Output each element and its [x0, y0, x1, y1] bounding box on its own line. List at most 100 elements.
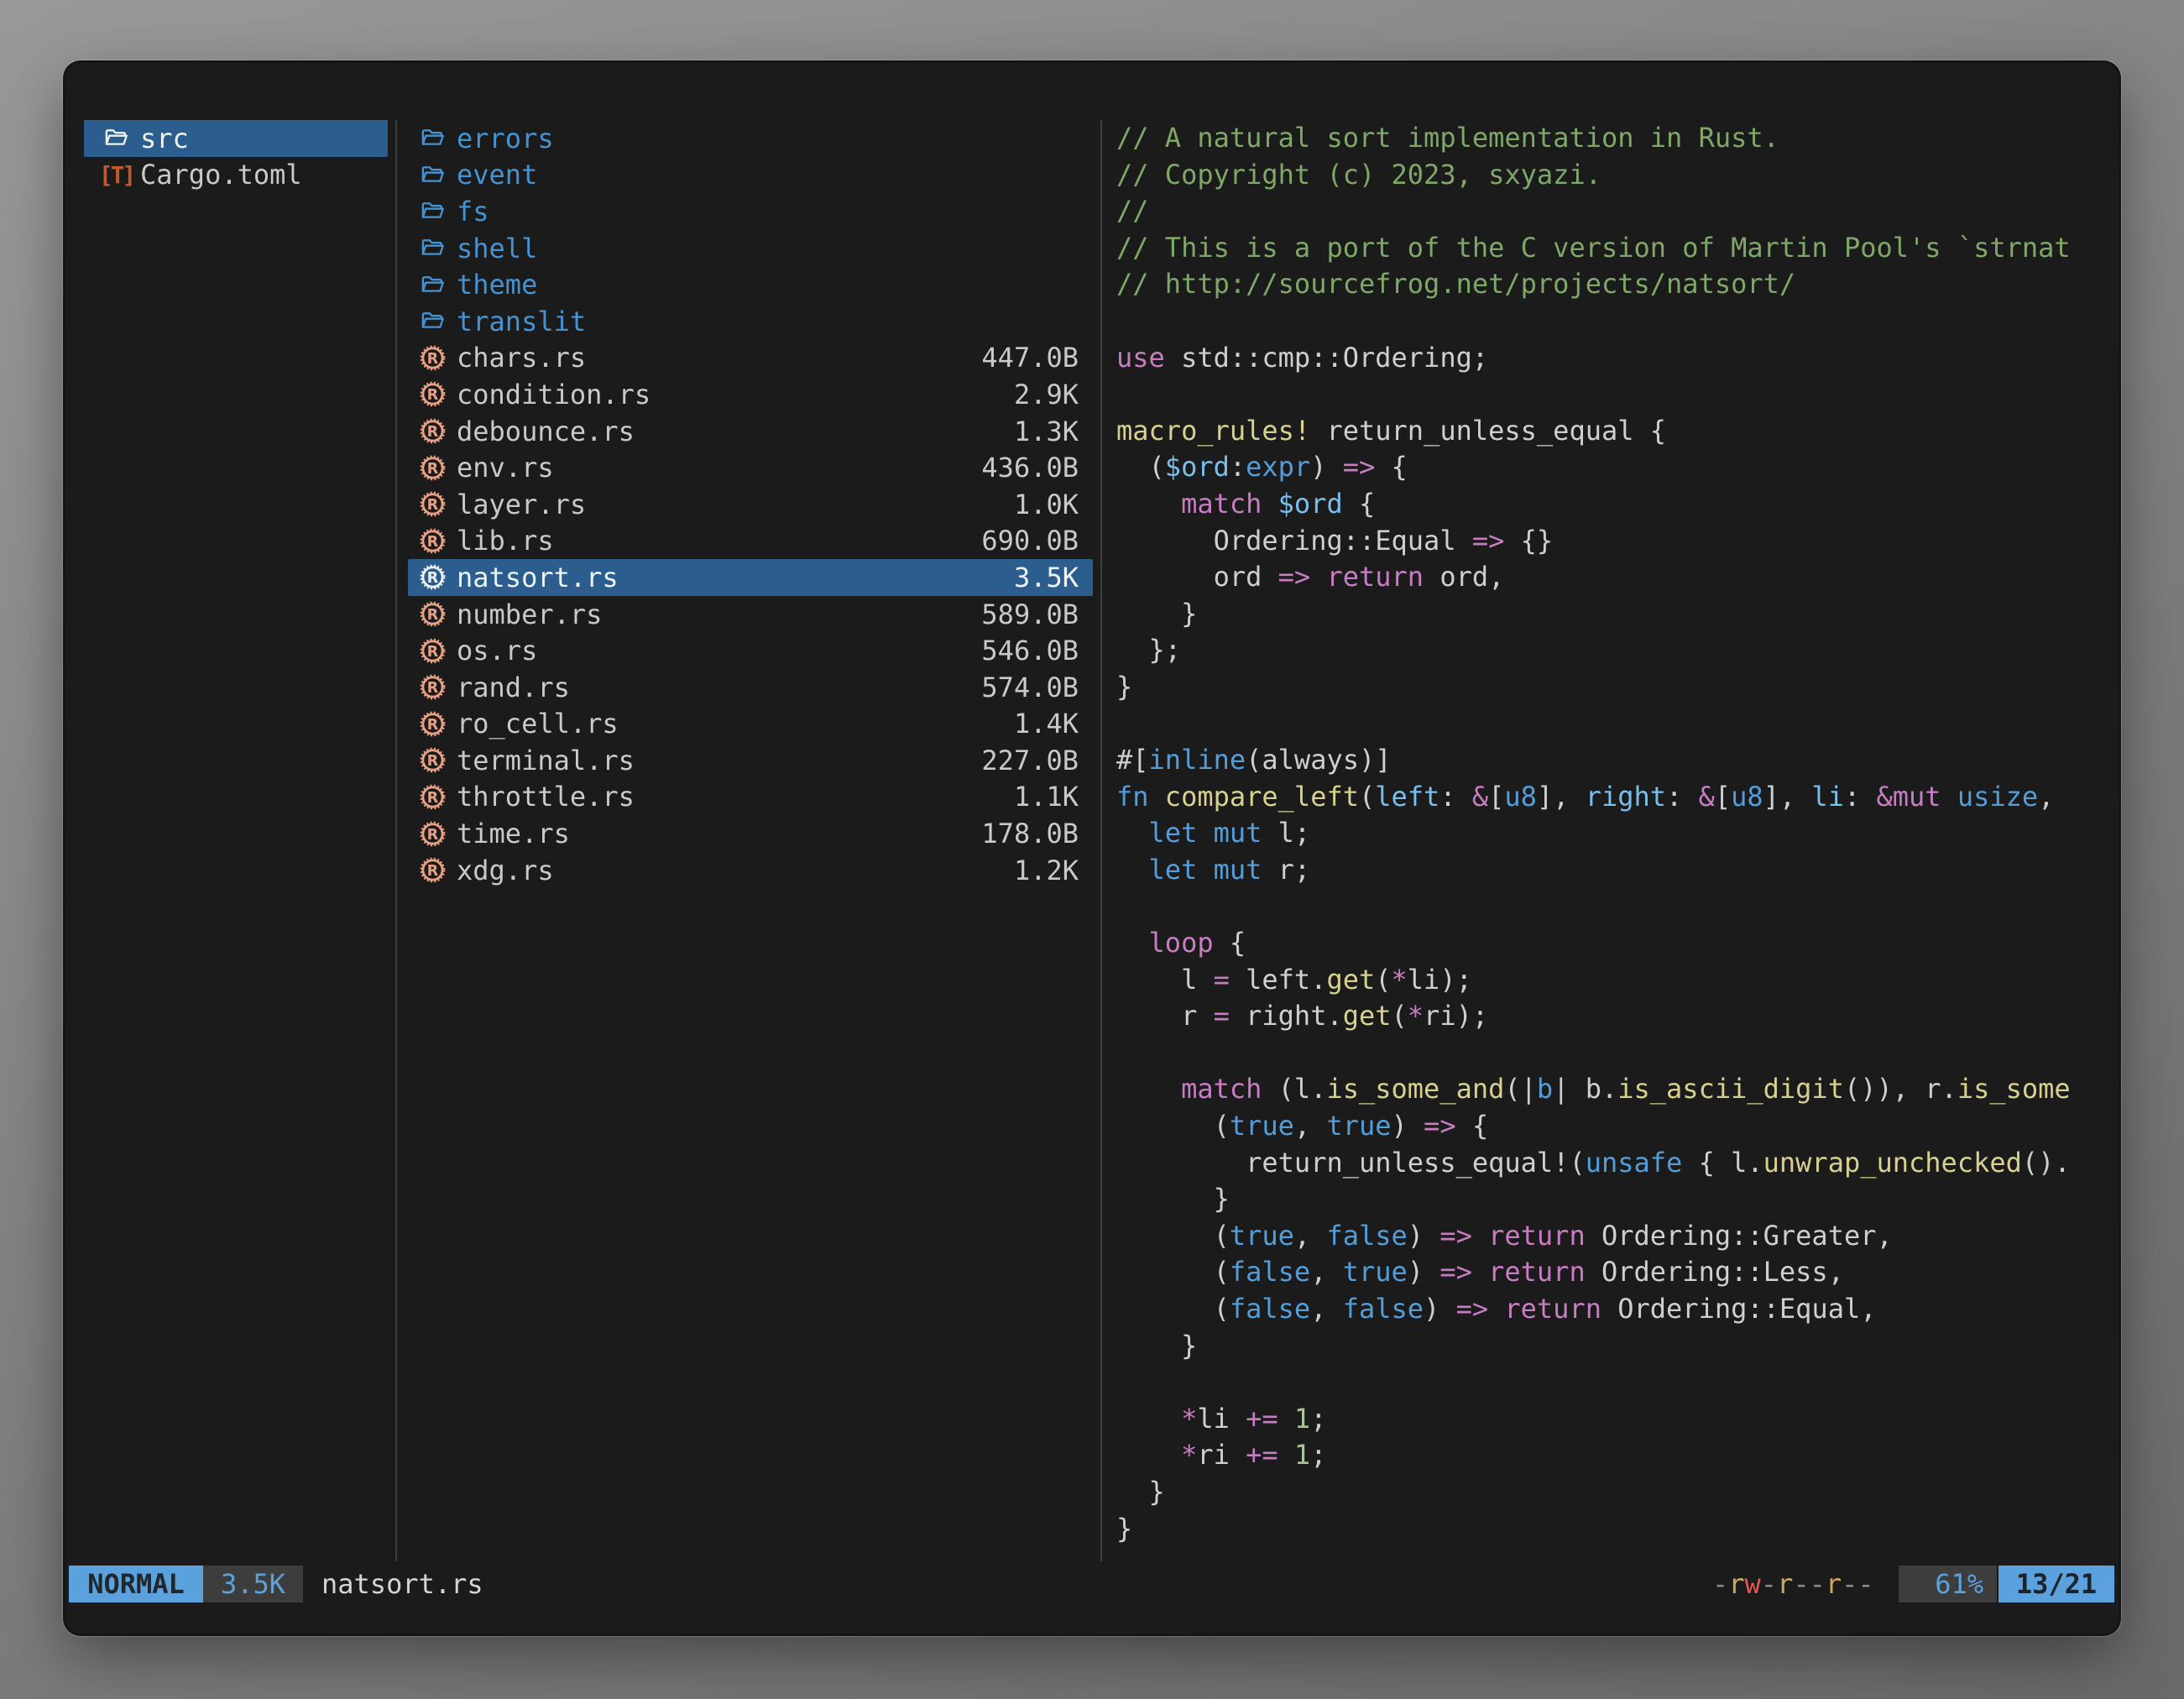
file-row-xdg.rs[interactable]: Rxdg.rs1.2K	[408, 852, 1093, 889]
file-name: theme	[457, 269, 537, 301]
code-line: (false, true) => return Ordering::Less,	[1116, 1254, 2115, 1291]
scroll-percentage-badge: 61%	[1899, 1566, 1997, 1602]
file-name: os.rs	[457, 635, 537, 667]
rust-file-icon: R	[420, 674, 446, 700]
code-line: ord => return ord,	[1116, 559, 2115, 596]
file-row-time.rs[interactable]: Rtime.rs178.0B	[408, 815, 1093, 852]
code-line: ($ord:expr) => {	[1116, 449, 2115, 486]
folder-open-icon	[420, 125, 446, 151]
file-size: 690.0B	[981, 525, 1079, 557]
file-row-lib.rs[interactable]: Rlib.rs690.0B	[408, 523, 1093, 560]
parent-pane: src [T] Cargo.toml	[84, 120, 388, 193]
dir-row-shell[interactable]: shell	[408, 230, 1093, 267]
code-line: return_unless_equal!(unsafe { l.unwrap_u…	[1116, 1145, 2115, 1182]
code-line: };	[1116, 632, 2115, 669]
file-name: env.rs	[457, 452, 554, 484]
svg-text:R: R	[427, 534, 439, 551]
file-name: throttle.rs	[457, 781, 635, 813]
file-name: debounce.rs	[457, 416, 635, 447]
file-permissions: -rw-r--r--	[1712, 1566, 1874, 1602]
folder-open-icon	[103, 125, 129, 151]
code-line: use std::cmp::Ordering;	[1116, 340, 2115, 377]
file-row-throttle.rs[interactable]: Rthrottle.rs1.1K	[408, 779, 1093, 816]
code-line: (false, false) => return Ordering::Equal…	[1116, 1291, 2115, 1328]
rust-file-icon: R	[420, 491, 446, 517]
mode-indicator: NORMAL	[69, 1566, 203, 1602]
code-line: (true, true) => {	[1116, 1108, 2115, 1145]
file-row-env.rs[interactable]: Renv.rs 436.0B	[408, 449, 1093, 486]
dir-row-fs[interactable]: fs	[408, 193, 1093, 230]
file-size: 227.0B	[981, 745, 1079, 776]
file-name: rand.rs	[457, 672, 570, 703]
code-line	[1116, 376, 2115, 413]
code-line	[1116, 1035, 2115, 1072]
code-line: macro_rules! return_unless_equal {	[1116, 413, 2115, 450]
pane-separator-left	[395, 120, 397, 1561]
code-line: }	[1116, 1511, 2115, 1548]
toml-file-icon: [T]	[103, 162, 129, 188]
rust-file-icon: R	[420, 784, 446, 810]
code-line: }	[1116, 1328, 2115, 1365]
code-line: match $ord {	[1116, 486, 2115, 523]
file-size: 1.3K	[1014, 416, 1079, 447]
rust-file-icon: R	[420, 711, 446, 737]
dir-row-errors[interactable]: errors	[408, 120, 1093, 157]
folder-open-icon	[420, 198, 446, 224]
file-row-chars.rs[interactable]: Rchars.rs447.0B	[408, 340, 1093, 377]
folder-open-icon	[420, 235, 446, 261]
code-line: let mut r;	[1116, 852, 2115, 889]
file-row-number.rs[interactable]: Rnumber.rs589.0B	[408, 596, 1093, 633]
dir-row-translit[interactable]: translit	[408, 303, 1093, 340]
svg-text:R: R	[427, 790, 439, 807]
file-size: 436.0B	[981, 452, 1079, 484]
file-name: Cargo.toml	[140, 159, 302, 191]
rust-file-icon: R	[420, 455, 446, 481]
file-row-Cargo.toml[interactable]: [T] Cargo.toml	[84, 157, 388, 194]
file-row-condition.rs[interactable]: Rcondition.rs2.9K	[408, 376, 1093, 413]
file-name: layer.rs	[457, 489, 586, 520]
file-row-ro_cell.rs[interactable]: Rro_cell.rs1.4K	[408, 706, 1093, 743]
file-row-natsort.rs[interactable]: Rnatsort.rs 3.5K	[408, 559, 1093, 596]
svg-text:R: R	[427, 680, 439, 697]
code-line	[1116, 1364, 2115, 1401]
svg-text:R: R	[427, 607, 439, 624]
code-line: match (l.is_some_and(|b| b.is_ascii_digi…	[1116, 1071, 2115, 1108]
rust-file-icon: R	[420, 857, 446, 883]
code-line: }	[1116, 1474, 2115, 1511]
code-line: Ordering::Equal => {}	[1116, 523, 2115, 560]
code-line: // A natural sort implementation in Rust…	[1116, 120, 2115, 157]
dir-row-event[interactable]: event	[408, 157, 1093, 194]
status-filename: natsort.rs	[321, 1566, 483, 1602]
svg-text:R: R	[427, 753, 439, 770]
code-line: fn compare_left(left: &[u8], right: &[u8…	[1116, 779, 2115, 816]
svg-text:R: R	[427, 461, 439, 478]
dir-row-src[interactable]: src	[84, 120, 388, 157]
code-line: r = right.get(*ri);	[1116, 998, 2115, 1035]
file-name: time.rs	[457, 818, 570, 850]
code-line: let mut l;	[1116, 815, 2115, 852]
code-line: *ri += 1;	[1116, 1437, 2115, 1474]
file-row-os.rs[interactable]: Ros.rs546.0B	[408, 632, 1093, 669]
file-name: event	[457, 159, 537, 191]
file-size: 3.5K	[1014, 562, 1079, 593]
svg-text:R: R	[427, 351, 439, 368]
rust-file-icon: R	[420, 564, 446, 590]
file-name: natsort.rs	[457, 562, 619, 593]
code-line	[1116, 303, 2115, 340]
file-name: condition.rs	[457, 379, 650, 410]
code-line: //	[1116, 193, 2115, 230]
code-line	[1116, 888, 2115, 925]
rust-file-icon: R	[420, 418, 446, 444]
yazi-window: src [T] Cargo.toml errorseventfsshelltheme…	[65, 63, 2119, 1634]
dir-row-theme[interactable]: theme	[408, 266, 1093, 303]
code-line: l = left.get(*li);	[1116, 962, 2115, 999]
code-line: // Copyright (c) 2023, sxyazi.	[1116, 157, 2115, 194]
file-size: 1.0K	[1014, 489, 1079, 520]
rust-file-icon: R	[420, 381, 446, 407]
svg-text:R: R	[427, 717, 439, 734]
file-row-debounce.rs[interactable]: Rdebounce.rs 1.3K	[408, 413, 1093, 450]
file-row-terminal.rs[interactable]: Rterminal.rs227.0B	[408, 742, 1093, 779]
file-row-rand.rs[interactable]: Rrand.rs574.0B	[408, 669, 1093, 706]
rust-file-icon: R	[420, 601, 446, 627]
file-row-layer.rs[interactable]: Rlayer.rs 1.0K	[408, 486, 1093, 523]
